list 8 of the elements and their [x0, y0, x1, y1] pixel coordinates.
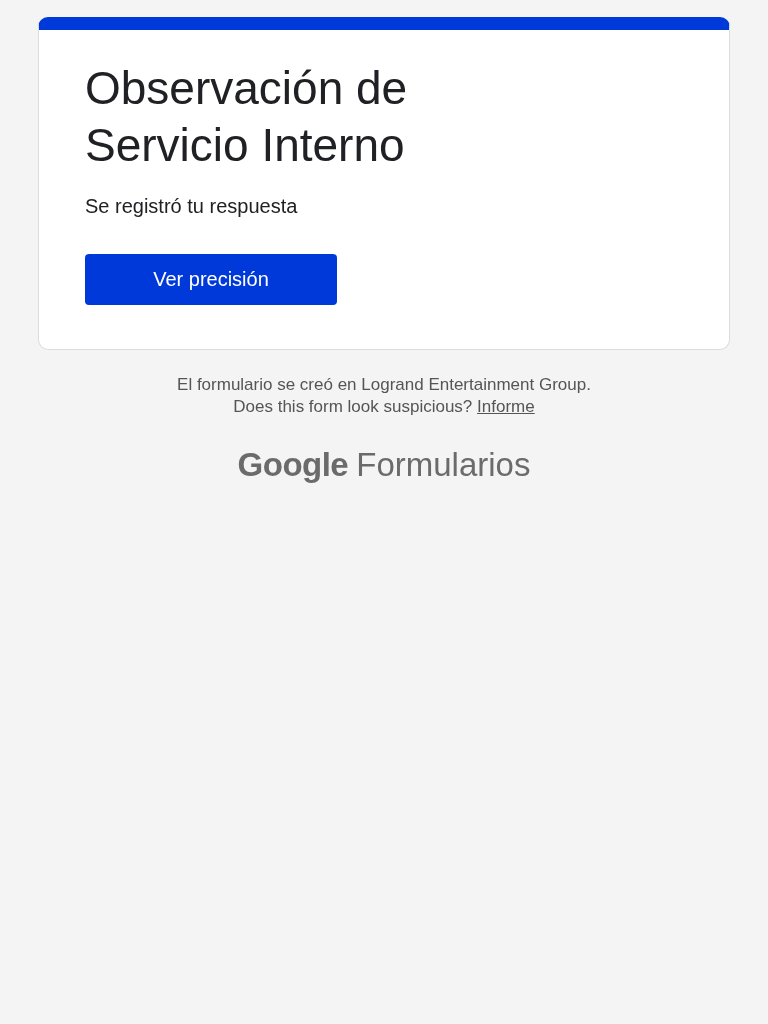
view-accuracy-button[interactable]: Ver precisión — [85, 254, 337, 305]
suspicious-question: Does this form look suspicious? — [233, 397, 473, 416]
brand-logo-text: Google — [237, 446, 349, 484]
form-title: Observación de Servicio Interno — [85, 61, 409, 173]
report-link[interactable]: Informe — [477, 397, 535, 416]
confirmation-message: Se registró tu respuesta — [85, 195, 299, 218]
creator-notice: El formulario se creó en Logrand Entertainment Group. — [177, 374, 591, 396]
brand-product-name: Formularios — [356, 446, 531, 484]
